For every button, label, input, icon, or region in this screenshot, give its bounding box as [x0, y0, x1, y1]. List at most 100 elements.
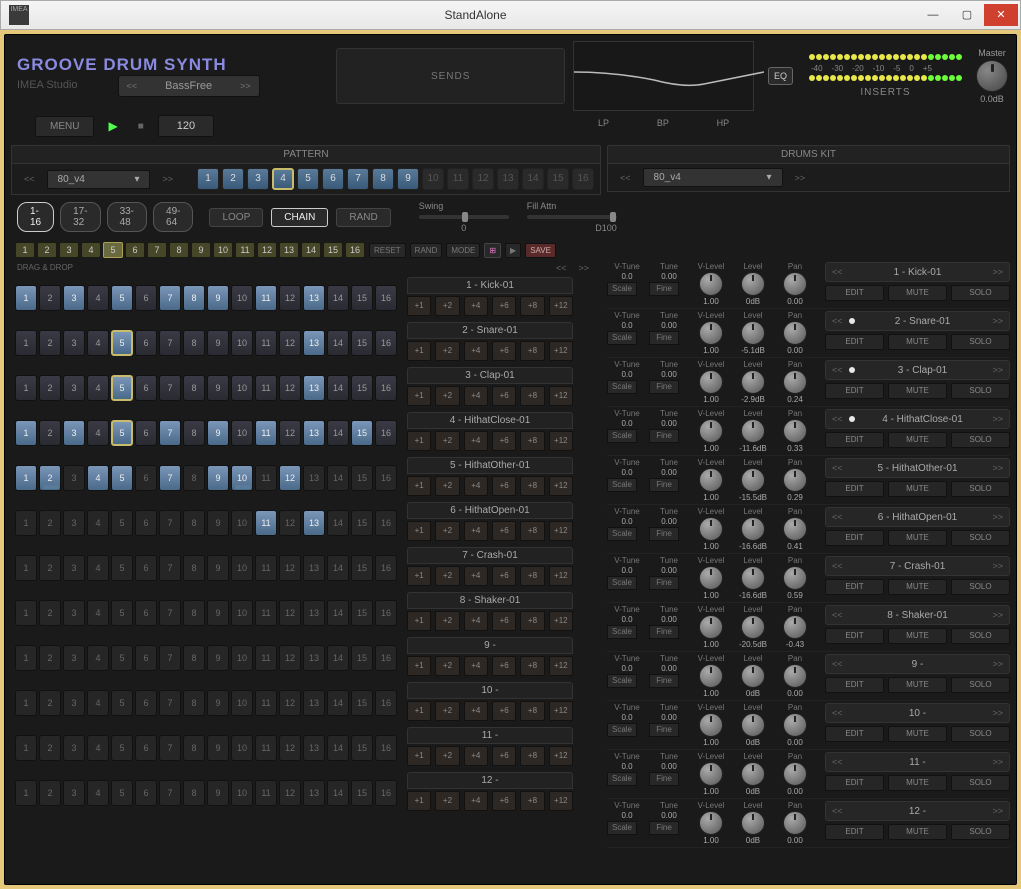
- fine-button[interactable]: Fine: [649, 772, 679, 786]
- velocity-+4[interactable]: +4: [464, 746, 488, 766]
- velocity-+8[interactable]: +8: [520, 296, 544, 316]
- step-7[interactable]: 7: [159, 330, 181, 356]
- range-17-32[interactable]: 17-32: [60, 202, 100, 232]
- step-11[interactable]: 11: [255, 465, 277, 491]
- step-6[interactable]: 6: [135, 645, 157, 671]
- edit-button[interactable]: EDIT: [825, 824, 884, 840]
- step-16[interactable]: 16: [375, 555, 397, 581]
- step-15[interactable]: 15: [351, 510, 373, 536]
- pan-knob[interactable]: [783, 811, 807, 835]
- step-16[interactable]: 16: [375, 735, 397, 761]
- vlevel-knob[interactable]: [699, 762, 723, 786]
- step-8[interactable]: 8: [183, 285, 205, 311]
- velocity-+4[interactable]: +4: [464, 611, 488, 631]
- step-12[interactable]: 12: [279, 510, 301, 536]
- step-16[interactable]: 16: [375, 330, 397, 356]
- step-14[interactable]: 14: [327, 690, 349, 716]
- step-7[interactable]: 7: [159, 555, 181, 581]
- step-5[interactable]: 5: [111, 735, 133, 761]
- pattern-slot-5[interactable]: 5: [297, 168, 319, 190]
- sample-prev-icon[interactable]: <<: [826, 610, 849, 620]
- velocity-+12[interactable]: +12: [549, 296, 573, 316]
- step-5[interactable]: 5: [111, 285, 133, 311]
- kit-name-dropdown[interactable]: 80_v4▾: [643, 168, 783, 187]
- scale-button[interactable]: Scale: [607, 429, 637, 443]
- velocity-+1[interactable]: +1: [407, 701, 431, 721]
- vlevel-knob[interactable]: [699, 566, 723, 590]
- step-10[interactable]: 10: [231, 375, 253, 401]
- pan-knob[interactable]: [783, 517, 807, 541]
- level-knob[interactable]: [741, 419, 765, 443]
- sample-prev-icon[interactable]: <<: [826, 316, 849, 326]
- mute-button[interactable]: MUTE: [888, 726, 947, 742]
- step-8[interactable]: 8: [183, 555, 205, 581]
- pan-knob[interactable]: [783, 419, 807, 443]
- menu-button[interactable]: MENU: [35, 116, 94, 137]
- sample-prev-icon[interactable]: <<: [826, 757, 849, 767]
- step-3[interactable]: 3: [63, 645, 85, 671]
- velocity-+2[interactable]: +2: [435, 296, 459, 316]
- step-13[interactable]: 13: [303, 645, 325, 671]
- velocity-+1[interactable]: +1: [407, 386, 431, 406]
- step-16[interactable]: 16: [375, 375, 397, 401]
- step-16[interactable]: 16: [375, 510, 397, 536]
- step-2[interactable]: 2: [39, 510, 61, 536]
- step-10[interactable]: 10: [231, 330, 253, 356]
- step-7[interactable]: 7: [159, 780, 181, 806]
- step-15[interactable]: 15: [351, 645, 373, 671]
- step-7[interactable]: 7: [159, 375, 181, 401]
- pattern-slot-10[interactable]: 10: [422, 168, 444, 190]
- sample-next-icon[interactable]: >>: [986, 610, 1009, 620]
- velocity-+6[interactable]: +6: [492, 431, 516, 451]
- step-8[interactable]: 8: [183, 690, 205, 716]
- step-7[interactable]: 7: [159, 735, 181, 761]
- step-12[interactable]: 12: [279, 555, 301, 581]
- scale-button[interactable]: Scale: [607, 527, 637, 541]
- step-4[interactable]: 4: [87, 510, 109, 536]
- mute-button[interactable]: MUTE: [888, 481, 947, 497]
- velocity-+4[interactable]: +4: [464, 341, 488, 361]
- sample-next-icon[interactable]: >>: [986, 806, 1009, 816]
- step-7[interactable]: 7: [159, 645, 181, 671]
- velocity-+2[interactable]: +2: [435, 521, 459, 541]
- kit-sample-selector[interactable]: <<3 - Clap-01>>: [825, 360, 1010, 380]
- scale-button[interactable]: Scale: [607, 282, 637, 296]
- velocity-+6[interactable]: +6: [492, 476, 516, 496]
- velocity-+2[interactable]: +2: [435, 476, 459, 496]
- step-2[interactable]: 2: [39, 735, 61, 761]
- kit-sample-selector[interactable]: <<4 - HithatClose-01>>: [825, 409, 1010, 429]
- preset-prev-icon[interactable]: <<: [119, 81, 146, 91]
- step-10[interactable]: 10: [231, 465, 253, 491]
- play-button[interactable]: ▶: [102, 116, 123, 136]
- step-9[interactable]: 9: [207, 510, 229, 536]
- step-11[interactable]: 11: [255, 330, 277, 356]
- scale-button[interactable]: Scale: [607, 772, 637, 786]
- step-6[interactable]: 6: [135, 510, 157, 536]
- step-6[interactable]: 6: [135, 690, 157, 716]
- velocity-+12[interactable]: +12: [549, 476, 573, 496]
- pan-knob[interactable]: [783, 468, 807, 492]
- velocity-+4[interactable]: +4: [464, 656, 488, 676]
- step-15[interactable]: 15: [351, 780, 373, 806]
- bank-3[interactable]: 3: [59, 242, 79, 258]
- scale-button[interactable]: Scale: [607, 576, 637, 590]
- velocity-+2[interactable]: +2: [435, 701, 459, 721]
- sample-next-icon[interactable]: >>: [986, 659, 1009, 669]
- solo-button[interactable]: SOLO: [951, 383, 1010, 399]
- step-14[interactable]: 14: [327, 780, 349, 806]
- level-knob[interactable]: [741, 272, 765, 296]
- fine-button[interactable]: Fine: [649, 331, 679, 345]
- mute-button[interactable]: MUTE: [888, 530, 947, 546]
- fine-button[interactable]: Fine: [649, 674, 679, 688]
- vlevel-knob[interactable]: [699, 615, 723, 639]
- step-3[interactable]: 3: [63, 555, 85, 581]
- sample-prev-icon[interactable]: <<: [826, 561, 849, 571]
- step-6[interactable]: 6: [135, 285, 157, 311]
- step-1[interactable]: 1: [15, 555, 37, 581]
- pattern-slot-7[interactable]: 7: [347, 168, 369, 190]
- step-16[interactable]: 16: [375, 780, 397, 806]
- level-knob[interactable]: [741, 615, 765, 639]
- kit-sample-selector[interactable]: <<5 - HithatOther-01>>: [825, 458, 1010, 478]
- velocity-+6[interactable]: +6: [492, 566, 516, 586]
- eq-toggle-button[interactable]: EQ: [768, 67, 793, 85]
